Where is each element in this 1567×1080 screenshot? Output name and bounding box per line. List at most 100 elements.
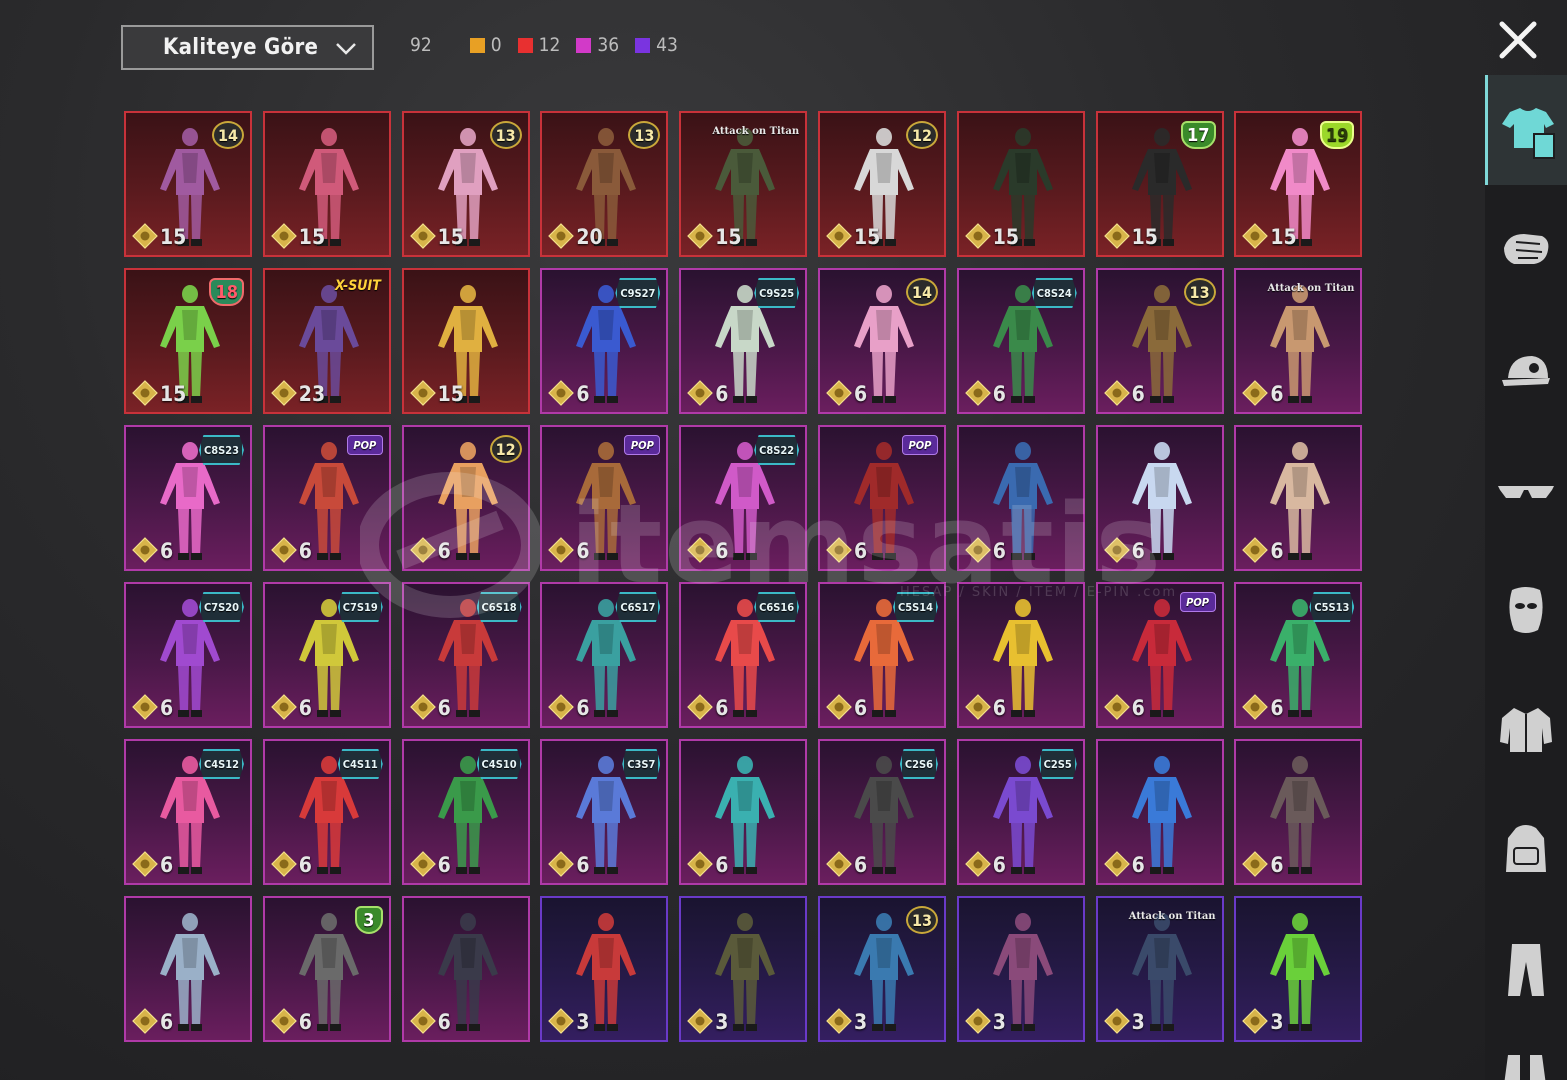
outfit-badge: Attack on Titan <box>712 125 800 137</box>
coin-icon <box>409 694 436 720</box>
outfit-card[interactable]: C6S17 6 <box>540 582 669 728</box>
outfit-card[interactable]: 13 15 <box>401 111 530 257</box>
outfit-card[interactable]: POP 6 <box>817 425 946 571</box>
outfit-card[interactable]: C5S14 6 <box>817 582 946 728</box>
outfit-card[interactable]: 18 15 <box>124 268 252 414</box>
sort-dropdown-label: Kaliteye Göre <box>163 35 319 60</box>
outfit-card[interactable]: 6 <box>1095 739 1224 885</box>
coin-icon <box>826 537 852 563</box>
outfit-card[interactable]: C3S7 6 <box>540 739 669 885</box>
outfit-card[interactable]: C7S19 6 <box>262 582 391 728</box>
outfit-card[interactable]: C4S11 6 <box>262 739 391 885</box>
coin-icon <box>1103 380 1130 406</box>
coin-icon <box>1103 537 1130 563</box>
outfit-card[interactable]: 6 <box>956 425 1085 571</box>
outfit-badge: 3 <box>354 906 383 934</box>
outfit-badge: C4S12 <box>198 749 244 779</box>
outfit-badge: POP <box>1179 592 1216 612</box>
tab-backpacks[interactable] <box>1485 795 1567 905</box>
outfit-card[interactable]: C4S10 6 <box>401 739 530 885</box>
coin-icon <box>132 694 158 720</box>
close-icon[interactable] <box>1496 18 1540 62</box>
outfit-card[interactable]: C8S22 6 <box>679 425 808 571</box>
outfit-quantity: 15 <box>160 225 187 249</box>
tab-emotes[interactable] <box>1485 195 1567 305</box>
outfit-badge: POP <box>901 435 938 455</box>
swatch-red <box>517 37 533 53</box>
tab-glasses[interactable] <box>1485 435 1567 545</box>
outfit-quantity: 15 <box>1270 225 1297 249</box>
fist-icon <box>1504 234 1549 264</box>
sort-dropdown[interactable]: Kaliteye Göre <box>121 25 374 70</box>
outfit-card[interactable]: C7S20 6 <box>124 582 252 728</box>
outfit-card[interactable]: POP 6 <box>540 425 669 571</box>
outfit-quantity: 6 <box>576 382 590 406</box>
outfit-quantity: 6 <box>1131 539 1145 563</box>
coin-icon <box>409 380 436 406</box>
outfit-card[interactable]: 15 <box>956 111 1085 257</box>
coin-icon <box>687 380 714 406</box>
outfit-card[interactable]: 13 6 <box>1095 268 1224 414</box>
outfit-badge: C8S22 <box>754 435 800 465</box>
tab-outfits[interactable] <box>1485 75 1567 185</box>
outfit-card[interactable]: 6 <box>956 582 1085 728</box>
tab-masks[interactable] <box>1485 555 1567 665</box>
outfit-badge: 12 <box>489 435 522 463</box>
coin-icon <box>826 223 852 249</box>
outfit-card[interactable]: 17 15 <box>1095 111 1224 257</box>
coin-icon <box>548 694 575 720</box>
outfit-card[interactable]: 12 6 <box>401 425 530 571</box>
chevron-down-icon <box>336 42 356 55</box>
outfit-card[interactable]: 13 20 <box>540 111 669 257</box>
outfit-card[interactable]: C9S25 6 <box>679 268 808 414</box>
outfit-badge: C3S7 <box>622 749 661 779</box>
outfit-card[interactable]: 15 <box>262 111 391 257</box>
tab-pants[interactable] <box>1485 915 1567 1025</box>
outfit-card[interactable]: C9S27 6 <box>540 268 669 414</box>
outfit-card[interactable]: C5S13 6 <box>1234 582 1363 728</box>
outfit-card[interactable]: 3 <box>956 896 1085 1042</box>
outfit-card[interactable]: 6 <box>124 896 252 1042</box>
outfit-quantity: 6 <box>853 696 868 720</box>
outfit-badge: C2S6 <box>899 749 938 779</box>
outfit-card[interactable]: 14 6 <box>817 268 946 414</box>
outfit-card[interactable]: Attack on Titan 6 <box>1234 268 1363 414</box>
outfit-quantity: 6 <box>160 1010 174 1034</box>
tab-tops[interactable] <box>1485 675 1567 785</box>
outfit-card[interactable]: C4S12 6 <box>124 739 252 885</box>
outfit-card[interactable]: POP 6 <box>1095 582 1224 728</box>
outfit-card[interactable]: 36 <box>262 896 391 1042</box>
count-pink-value: 36 <box>597 34 620 56</box>
outfit-card[interactable]: C8S23 6 <box>124 425 252 571</box>
outfit-card[interactable]: 6 <box>1234 739 1363 885</box>
outfit-card[interactable]: 6 <box>401 896 530 1042</box>
outfit-card[interactable]: 6 <box>1095 425 1224 571</box>
outfit-card[interactable]: C2S5 6 <box>956 739 1085 885</box>
outfit-card[interactable]: C6S18 6 <box>401 582 530 728</box>
outfit-quantity: 6 <box>992 853 1006 877</box>
outfit-card[interactable]: 15 <box>401 268 530 414</box>
outfit-card[interactable]: 6 <box>1234 425 1363 571</box>
outfit-card[interactable]: Attack on Titan 3 <box>1095 896 1224 1042</box>
outfit-card[interactable]: C2S6 6 <box>817 739 946 885</box>
mask-icon <box>1509 587 1543 633</box>
outfit-card[interactable]: 6 <box>679 739 808 885</box>
tab-hats[interactable] <box>1485 315 1567 425</box>
outfit-card[interactable]: 14 15 <box>124 111 252 257</box>
outfit-quantity: 6 <box>576 539 590 563</box>
outfit-card[interactable]: X-SUIT 23 <box>262 268 391 414</box>
outfit-grid: 14 15 15 13 15 13 20 Attack on Titan 15 12 15 15 17 1… <box>124 111 1363 1042</box>
outfit-card[interactable]: 3 <box>1234 896 1363 1042</box>
outfit-card[interactable]: C8S24 6 <box>956 268 1085 414</box>
outfit-card[interactable]: 19 15 <box>1234 111 1363 257</box>
outfit-card[interactable]: 13 3 <box>817 896 946 1042</box>
outfit-card[interactable]: 3 <box>679 896 808 1042</box>
outfit-card[interactable]: POP 6 <box>262 425 391 571</box>
tab-shoes[interactable] <box>1485 1035 1567 1080</box>
coin-icon <box>964 851 991 877</box>
outfit-quantity: 6 <box>1270 382 1284 406</box>
outfit-card[interactable]: 12 15 <box>817 111 946 257</box>
outfit-card[interactable]: C6S16 6 <box>679 582 808 728</box>
outfit-card[interactable]: Attack on Titan 15 <box>679 111 808 257</box>
outfit-card[interactable]: 3 <box>540 896 669 1042</box>
